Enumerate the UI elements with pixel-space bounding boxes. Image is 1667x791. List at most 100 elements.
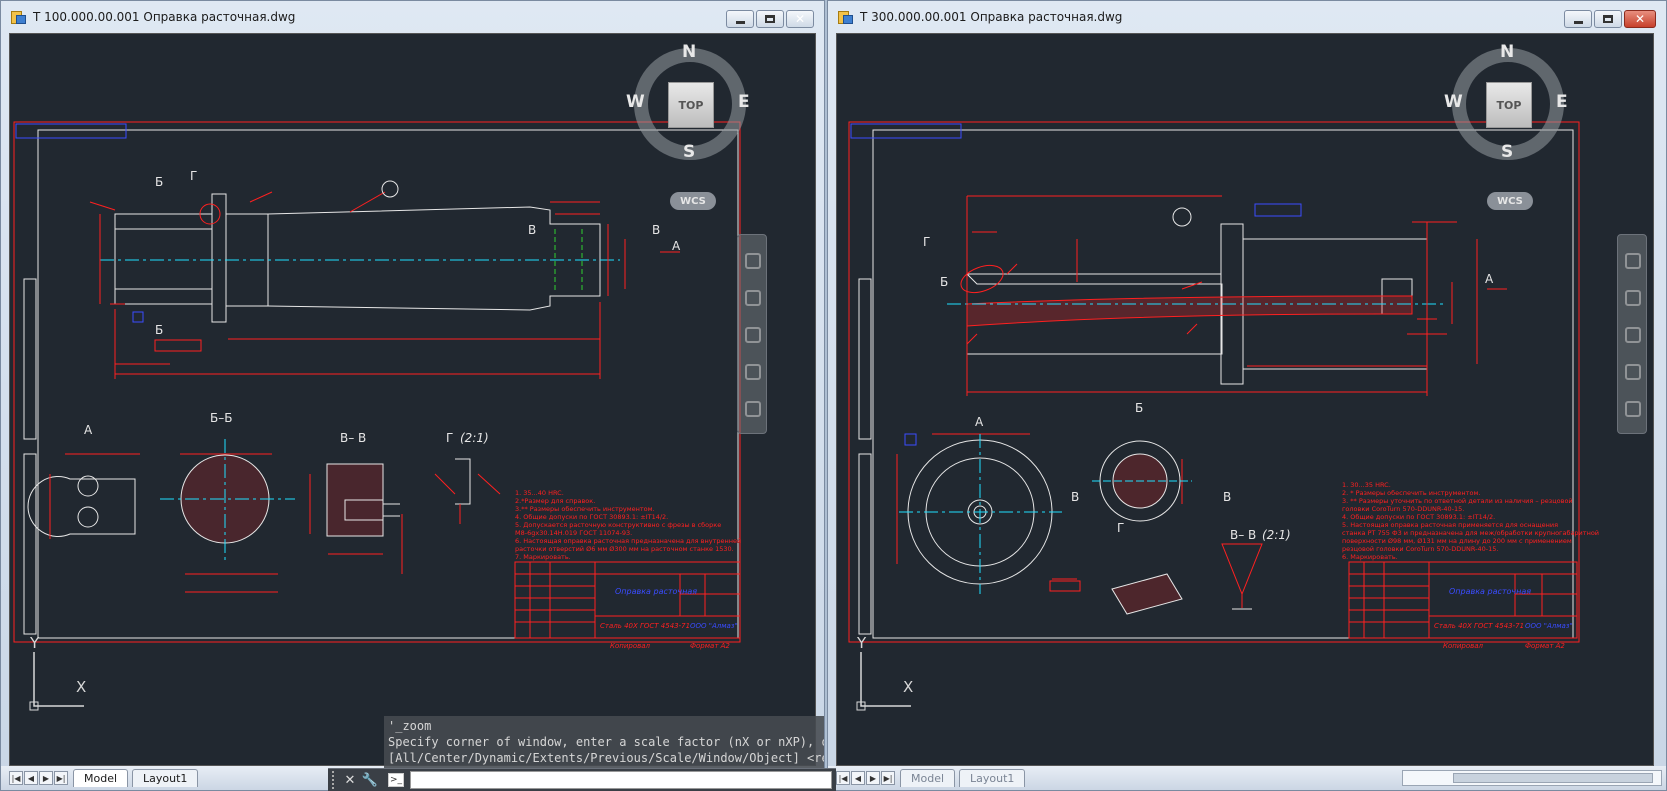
view-label-section-vv-scale: (2:1) [1262,528,1291,542]
showmotion-icon[interactable] [1625,401,1641,417]
section-vv-view [326,463,400,537]
viewcube[interactable]: TOP N S E W [1444,42,1568,162]
compass-east[interactable]: E [738,92,750,112]
section-a-view [27,475,136,537]
steering-wheel-icon[interactable] [1625,253,1641,269]
showmotion-icon[interactable] [745,401,761,417]
title-bar[interactable]: Т 300.000.00.001 Оправка расточная.dwg ✕ [828,1,1666,33]
stamp-format: Формат А2 [1525,642,1565,650]
title-bar[interactable]: Т 100.000.00.001 Оправка расточная.dwg ✕ [1,1,824,33]
prev-tab-icon[interactable]: ◀ [851,771,865,785]
shaft-main-view [114,193,601,323]
view-label-section-a: А [975,415,984,429]
tab-model[interactable]: Model [73,769,129,787]
close-command-line-button[interactable]: ✕ [340,771,360,789]
svg-text:6. Маркировать.: 6. Маркировать. [1342,553,1398,561]
technical-notes: 1. 30...35 HRC. 2. * Размеры обеспечить … [1342,481,1599,561]
svg-text:2.*Размер для справок.: 2.*Размер для справок. [515,497,595,505]
viewcube[interactable]: TOP N S E W [626,42,750,162]
minimize-icon [1573,20,1583,24]
svg-text:6. Настоящая оправка расточная: 6. Настоящая оправка расточная предназна… [515,537,741,545]
cut-label-b-bottom: Б [155,323,163,337]
svg-text:3. ** Размеры уточнить по отве: 3. ** Размеры уточнить по ответной детал… [1342,497,1573,505]
compass-west[interactable]: W [1444,92,1463,112]
minimize-button[interactable] [726,10,754,28]
compass-east[interactable]: E [1556,92,1568,112]
minimize-icon [735,20,745,24]
close-button[interactable]: ✕ [786,10,814,28]
detail-g-view [1049,573,1183,615]
next-tab-icon[interactable]: ▶ [39,771,53,785]
wcs-menu-button[interactable]: WCS [1487,192,1533,210]
orbit-icon[interactable] [1625,364,1641,380]
window-title: Т 100.000.00.001 Оправка расточная.dwg [33,10,296,24]
drawing-window-right[interactable]: Т 300.000.00.001 Оправка расточная.dwg ✕ [827,0,1667,791]
tab-layout1[interactable]: Layout1 [132,769,199,787]
command-history: '_zoom Specify corner of window, enter a… [384,716,824,768]
svg-text:расточки отверстий Ø6 мм Ø300: расточки отверстий Ø6 мм Ø300 мм на раст… [515,545,734,553]
horizontal-scrollbar[interactable] [1402,770,1662,786]
viewcube-top-face[interactable]: TOP [668,82,714,128]
maximize-button[interactable] [756,10,784,28]
compass-south[interactable]: S [683,142,695,162]
navigation-bar[interactable] [1617,234,1647,434]
ucs-icon: Y X [839,634,929,724]
dwg-file-icon [838,9,854,25]
svg-text:резцовой головки CoroTurn 570-: резцовой головки CoroTurn 570-DDUNR-40-1… [1342,545,1498,553]
drag-handle[interactable] [332,771,340,789]
pan-hand-icon[interactable] [745,290,761,306]
tab-model[interactable]: Model [900,769,956,787]
compass-west[interactable]: W [626,92,645,112]
command-history-line: '_zoom [388,719,432,733]
cut-label-g: Г [923,235,930,249]
view-label-a: А [672,239,681,253]
next-tab-icon[interactable]: ▶ [866,771,880,785]
first-tab-icon[interactable]: |◀ [836,771,850,785]
stamp-name: Оправка расточная [1449,587,1531,596]
stamp-material: Сталь 40Х ГОСТ 4543-71 [600,622,690,630]
stamp-format: Формат А2 [690,642,730,650]
ucs-y-label: Y [30,634,40,652]
viewcube-top-face[interactable]: TOP [1486,82,1532,128]
ucs-axes [856,652,911,711]
sheet-outer-frame [848,121,1580,643]
compass-north[interactable]: N [682,42,696,62]
wcs-menu-button[interactable]: WCS [670,192,716,210]
scrollbar-thumb[interactable] [1453,773,1653,783]
svg-text:4. Общие допуски по ГОСТ 30893: 4. Общие допуски по ГОСТ 30893.1: ±IT14/… [1342,513,1495,521]
compass-north[interactable]: N [1500,42,1514,62]
cut-label-b-top: Б [155,175,163,189]
close-button[interactable]: ✕ [1624,10,1656,28]
first-tab-icon[interactable]: |◀ [9,771,23,785]
model-viewport[interactable]: А Б–Б В– В Г (2:1) Б Г В В А Б 1. 35...4… [9,33,816,766]
prev-tab-icon[interactable]: ◀ [24,771,38,785]
stamp-material: Сталь 40Х ГОСТ 4543-71 [1434,622,1524,630]
window-title: Т 300.000.00.001 Оправка расточная.dwg [860,10,1123,24]
tab-layout1[interactable]: Layout1 [959,769,1026,787]
minimize-button[interactable] [1564,10,1592,28]
orbit-icon[interactable] [745,364,761,380]
last-tab-icon[interactable]: ▶| [881,771,895,785]
command-input[interactable] [410,771,832,789]
command-prompt-icon[interactable]: >_ [388,773,404,787]
last-tab-icon[interactable]: ▶| [54,771,68,785]
drawing-window-left[interactable]: Т 100.000.00.001 Оправка расточная.dwg ✕ [0,0,825,791]
zoom-icon[interactable] [745,327,761,343]
svg-text:М8-6gх30.14Н.019 ГОСТ 11074-93: М8-6gх30.14Н.019 ГОСТ 11074-93. [515,529,632,537]
view-label-section-bb: Б–Б [210,411,232,425]
steering-wheel-icon[interactable] [745,253,761,269]
layout-tab-bar: |◀ ◀ ▶ ▶| Model Layout1 [828,766,1666,790]
pan-hand-icon[interactable] [1625,290,1641,306]
technical-notes: 1. 35...40 HRC. 2.*Размер для справок. 3… [515,489,741,561]
customize-wrench-icon[interactable]: 🔧 [360,771,380,789]
zoom-icon[interactable] [1625,327,1641,343]
section-vv-view [1221,543,1263,610]
model-viewport[interactable]: А Б В– В (2:1) Г Г Б А В В 1. 30...35 HR… [836,33,1654,766]
command-history-line: Specify corner of window, enter a scale … [388,735,824,749]
ucs-y-label: Y [857,634,867,652]
compass-south[interactable]: S [1501,142,1513,162]
command-line-bar: ✕ 🔧 >_ [328,768,836,791]
maximize-button[interactable] [1594,10,1622,28]
navigation-bar[interactable] [737,234,767,434]
detail-g-view [455,458,471,505]
